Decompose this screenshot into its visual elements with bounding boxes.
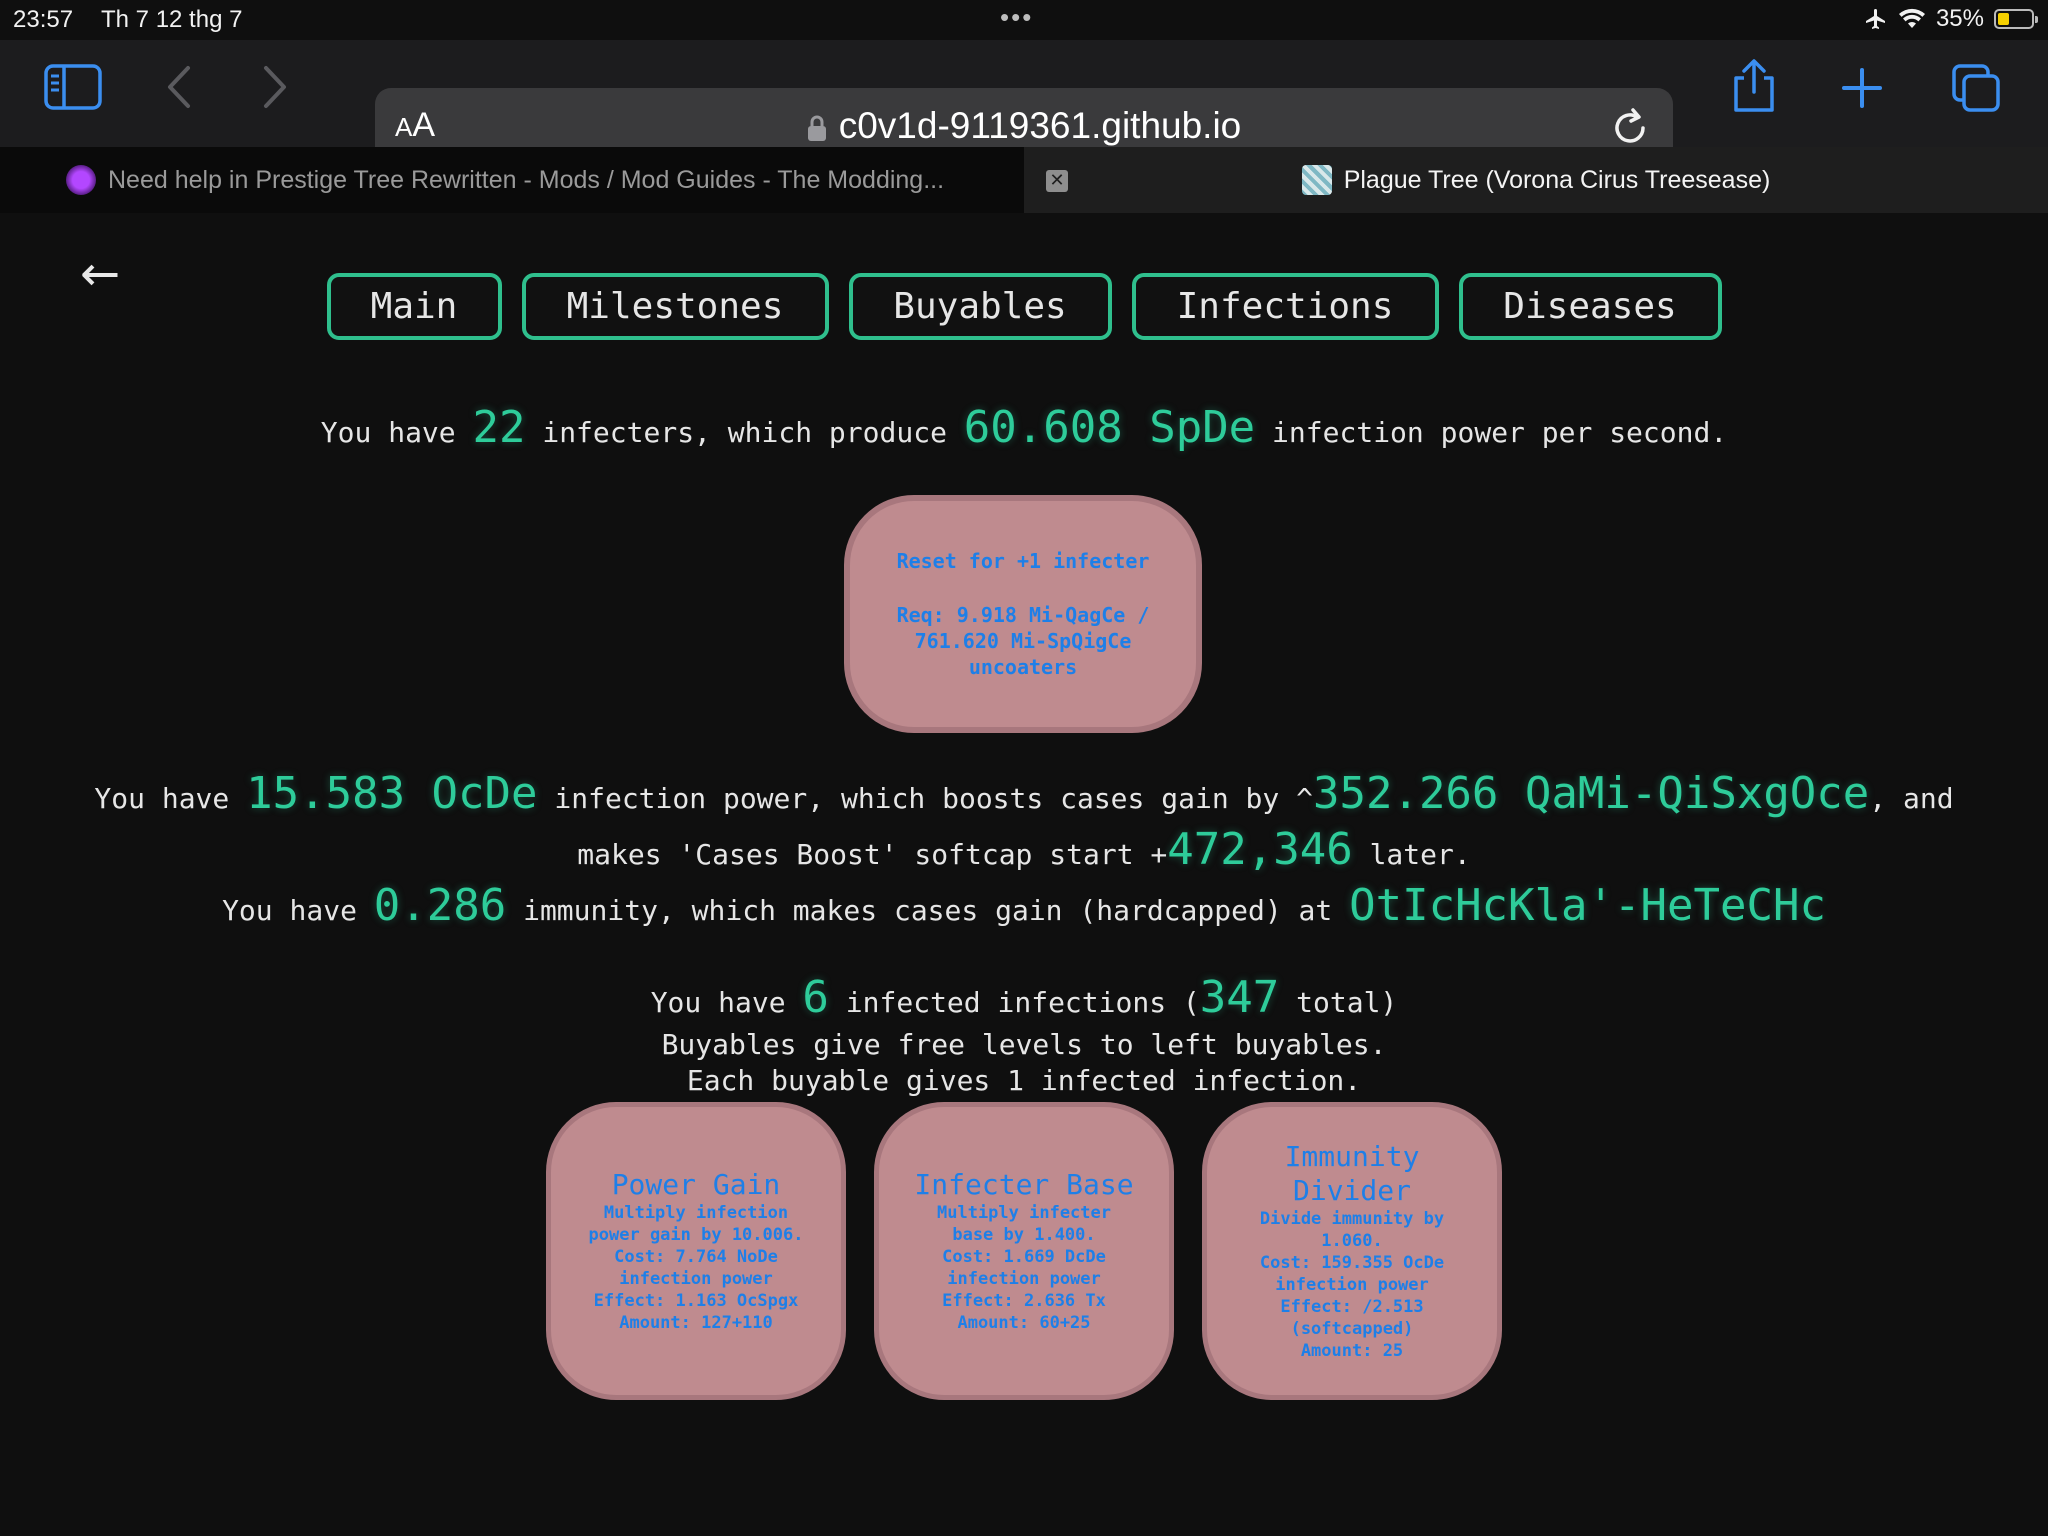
tab-diseases[interactable]: Diseases xyxy=(1458,273,1722,340)
tab-mod-guides[interactable]: Need help in Prestige Tree Rewritten - M… xyxy=(0,147,1024,213)
status-right: 35% xyxy=(1864,5,2038,33)
infected-infections-total: 347 xyxy=(1199,972,1280,1023)
buyable-title: Power Gain xyxy=(611,1168,781,1201)
layer-tabs: Main Milestones Buyables Infections Dise… xyxy=(0,273,2048,340)
status-time: 23:57 xyxy=(13,6,74,33)
plague-tree-favicon-icon xyxy=(1301,165,1332,195)
buyables-info-line: Buyables give free levels to left buyabl… xyxy=(661,1028,1387,1061)
tab-milestones[interactable]: Milestones xyxy=(521,273,829,340)
url-text: c0v1d-9119361.github.io xyxy=(838,105,1242,146)
buyable-title: Immunity Divider xyxy=(1284,1140,1420,1207)
forum-favicon-icon xyxy=(66,165,96,195)
tab-main[interactable]: Main xyxy=(326,273,502,340)
battery-icon xyxy=(1994,9,2038,29)
buyable-immunity-divider[interactable]: Immunity Divider Divide immunity by 1.06… xyxy=(1202,1102,1502,1400)
back-nav-icon[interactable] xyxy=(164,64,194,110)
hardcap-value: OtIcHcKla'-HeTeCHc xyxy=(1349,880,1826,931)
tab-overview-icon[interactable] xyxy=(1950,62,2002,114)
softcap-line: makes 'Cases Boost' softcap start +472,3… xyxy=(577,824,1471,875)
tab-plague-tree[interactable]: Plague Tree (Vorona Cirus Treesease) xyxy=(1024,147,2048,213)
softcap-value: 472,346 xyxy=(1167,824,1353,875)
tab-title: Need help in Prestige Tree Rewritten - M… xyxy=(108,165,945,194)
tab-infections[interactable]: Infections xyxy=(1131,273,1439,340)
infected-infections-count: 6 xyxy=(802,972,829,1023)
buyable-power-gain[interactable]: Power Gain Multiply infection power gain… xyxy=(546,1102,846,1400)
immunity-amount: 0.286 xyxy=(373,880,507,931)
immunity-line: You have 0.286 immunity, which makes cas… xyxy=(222,880,1826,931)
share-icon[interactable] xyxy=(1728,58,1780,114)
tab-bar: Need help in Prestige Tree Rewritten - M… xyxy=(0,147,2048,213)
infecters-line: You have 22 infecters, which produce 60.… xyxy=(320,402,1728,453)
forward-nav-icon[interactable] xyxy=(260,64,290,110)
infection-power-rate: 60.608 SpDe xyxy=(963,402,1256,453)
reset-button[interactable]: Reset for +1 infecter Req: 9.918 Mi-QagC… xyxy=(844,495,1202,733)
new-tab-icon[interactable] xyxy=(1840,66,1884,110)
reload-icon[interactable] xyxy=(1611,106,1651,153)
tab-title: Plague Tree (Vorona Cirus Treesease) xyxy=(1343,165,1771,194)
wifi-icon xyxy=(1898,8,1925,28)
battery-percent: 35% xyxy=(1935,5,1984,32)
airplane-icon xyxy=(1865,9,1885,29)
buyable-title: Infecter Base xyxy=(914,1168,1134,1201)
infection-power-line: You have 15.583 OcDe infection power, wh… xyxy=(94,768,1954,819)
sidebar-icon[interactable] xyxy=(44,64,102,110)
tab-buyables[interactable]: Buyables xyxy=(848,273,1112,340)
status-date: Th 7 12 thg 7 xyxy=(101,6,243,33)
multitasking-dots-icon[interactable]: ••• xyxy=(1000,2,1033,33)
infecter-count: 22 xyxy=(472,402,526,453)
status-bar: 23:57 Th 7 12 thg 7 ••• 35% xyxy=(0,0,2048,40)
infection-power-amount: 15.583 OcDe xyxy=(246,768,538,819)
buyable-infecter-base[interactable]: Infecter Base Multiply infecter base by … xyxy=(874,1102,1174,1400)
browser-toolbar: AA c0v1d-9119361.github.io xyxy=(0,40,2048,167)
close-tab-icon[interactable]: ✕ xyxy=(1046,170,1068,192)
buyable-infection-info-line: Each buyable gives 1 infected infection. xyxy=(686,1064,1362,1097)
lock-icon xyxy=(807,115,826,142)
infected-infections-line: You have 6 infected infections (347 tota… xyxy=(650,972,1398,1023)
cases-boost-value: 352.266 QaMi-QiSxgOce xyxy=(1312,768,1870,819)
